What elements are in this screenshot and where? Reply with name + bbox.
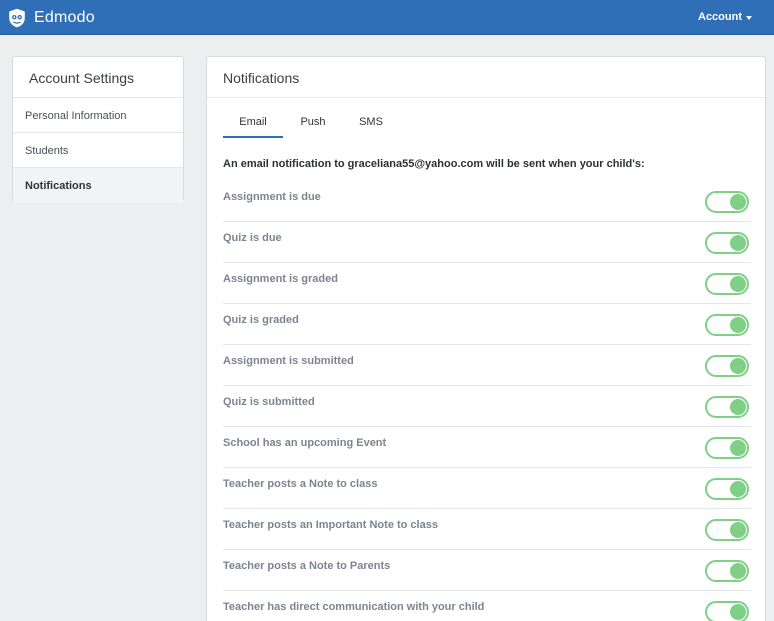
list-item: Assignment is submitted (223, 345, 751, 386)
toggle-knob (730, 358, 746, 374)
setting-label: Teacher posts a Note to class (223, 478, 378, 490)
notifications-panel: Notifications Email Push SMS An email no… (206, 56, 766, 621)
setting-label: Teacher posts an Important Note to class (223, 519, 438, 531)
account-menu[interactable]: Account (698, 11, 752, 23)
setting-label: Assignment is submitted (223, 355, 354, 367)
list-item: Quiz is due (223, 222, 751, 263)
toggle-switch[interactable] (705, 273, 749, 295)
chevron-down-icon (746, 15, 752, 20)
tab-push[interactable]: Push (283, 116, 343, 128)
list-item: Teacher posts an Important Note to class (223, 509, 751, 550)
notification-intro-text: An email notification to graceliana55@ya… (223, 158, 645, 170)
toggle-knob (730, 522, 746, 538)
setting-label: Quiz is graded (223, 314, 299, 326)
notification-channel-tabs: Email Push SMS (223, 116, 523, 140)
setting-label: Quiz is due (223, 232, 282, 244)
account-settings-sidebar: Account Settings Personal Information St… (12, 56, 184, 203)
toggle-knob (730, 399, 746, 415)
setting-label: Teacher has direct communication with yo… (223, 601, 485, 613)
list-item: Teacher posts a Note to Parents (223, 550, 751, 591)
sidebar-item-personal-information[interactable]: Personal Information (13, 98, 183, 133)
toggle-knob (730, 276, 746, 292)
list-item: Quiz is submitted (223, 386, 751, 427)
tab-sms[interactable]: SMS (341, 116, 401, 128)
list-item: Assignment is graded (223, 263, 751, 304)
setting-label: School has an upcoming Event (223, 437, 387, 449)
edmodo-logo-icon (9, 8, 25, 28)
setting-label: Assignment is due (223, 191, 321, 203)
toggle-switch[interactable] (705, 191, 749, 213)
tab-label: Push (300, 116, 326, 128)
toggle-switch[interactable] (705, 314, 749, 336)
sidebar-item-students[interactable]: Students (13, 133, 183, 168)
toggle-knob (730, 317, 746, 333)
setting-label: Quiz is submitted (223, 396, 315, 408)
list-item: Teacher has direct communication with yo… (223, 591, 751, 621)
brand-name: Edmodo (34, 9, 95, 26)
tab-email[interactable]: Email (223, 116, 283, 138)
page-title: Notifications (207, 57, 765, 98)
toggle-knob (730, 481, 746, 497)
list-item: School has an upcoming Event (223, 427, 751, 468)
setting-label: Teacher posts a Note to Parents (223, 560, 391, 572)
toggle-switch[interactable] (705, 232, 749, 254)
toggle-switch[interactable] (705, 560, 749, 582)
brand[interactable]: Edmodo (8, 7, 95, 29)
list-item: Assignment is due (223, 181, 751, 222)
setting-label: Assignment is graded (223, 273, 338, 285)
toggle-knob (730, 563, 746, 579)
account-label: Account (698, 11, 742, 23)
sidebar-item-notifications[interactable]: Notifications (13, 168, 183, 203)
toggle-switch[interactable] (705, 601, 749, 621)
list-item: Quiz is graded (223, 304, 751, 345)
toggle-knob (730, 440, 746, 456)
top-navigation-bar: Edmodo Account (0, 0, 774, 35)
toggle-switch[interactable] (705, 437, 749, 459)
toggle-switch[interactable] (705, 519, 749, 541)
list-item: Teacher posts a Note to class (223, 468, 751, 509)
toggle-knob (730, 604, 746, 620)
toggle-knob (730, 235, 746, 251)
tab-label: SMS (359, 116, 383, 128)
toggle-knob (730, 194, 746, 210)
sidebar-title: Account Settings (13, 57, 183, 98)
toggle-switch[interactable] (705, 478, 749, 500)
notification-settings-list: Assignment is due Quiz is due Assignment… (223, 181, 751, 621)
toggle-switch[interactable] (705, 396, 749, 418)
toggle-switch[interactable] (705, 355, 749, 377)
tab-label: Email (239, 116, 267, 128)
